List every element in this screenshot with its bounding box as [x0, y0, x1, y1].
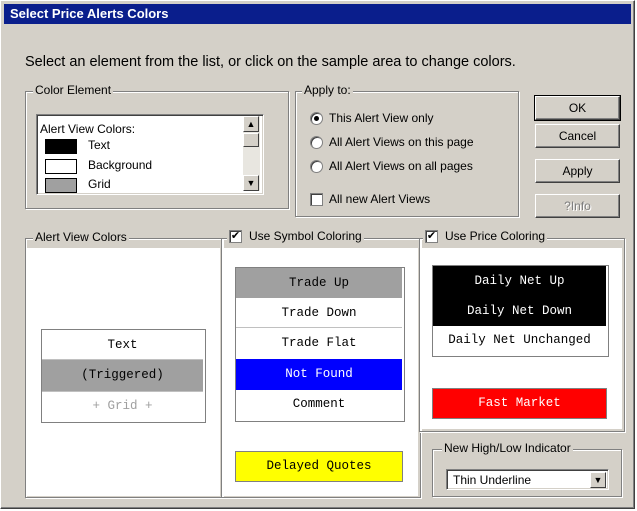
title-bar[interactable]: Select Price Alerts Colors: [4, 4, 631, 24]
radio-label: All Alert Views on this page: [329, 135, 474, 149]
background-color-swatch: [45, 159, 77, 174]
apply-to-legend: Apply to:: [302, 83, 353, 97]
text-color-swatch: [45, 139, 77, 154]
alert-sample-box: Text (Triggered) + Grid +: [41, 329, 206, 423]
symbol-coloring-header[interactable]: ✔ Use Symbol Coloring: [227, 229, 364, 244]
list-header: Alert View Colors:: [40, 122, 136, 136]
trade-down-cell[interactable]: Trade Down: [236, 298, 402, 328]
apply-button[interactable]: Apply: [535, 159, 620, 183]
trade-up-cell[interactable]: Trade Up: [236, 268, 402, 298]
radio-icon[interactable]: [310, 136, 323, 149]
price-coloring-checkbox[interactable]: ✔: [425, 230, 438, 243]
delayed-quotes-cell[interactable]: Delayed Quotes: [235, 451, 403, 482]
fast-market-cell[interactable]: Fast Market: [432, 388, 607, 419]
trade-flat-cell[interactable]: Trade Flat: [236, 328, 402, 359]
scroll-thumb[interactable]: [243, 133, 259, 147]
symbol-coloring-label: Use Symbol Coloring: [249, 229, 362, 243]
info-label: ?Info: [564, 199, 591, 213]
daily-net-down-cell[interactable]: Daily Net Down: [433, 296, 606, 326]
symbol-coloring-checkbox[interactable]: ✔: [229, 230, 242, 243]
daily-net-up-cell[interactable]: Daily Net Up: [433, 266, 606, 296]
list-item-label: Background: [88, 158, 153, 172]
indicator-dropdown[interactable]: Thin Underline ▼: [446, 469, 609, 490]
indicator-value: Thin Underline: [453, 473, 532, 487]
list-scrollbar[interactable]: ▲ ▼: [243, 116, 260, 191]
instruction-text: Select an element from the list, or clic…: [25, 54, 516, 70]
comment-cell[interactable]: Comment: [236, 390, 402, 419]
daily-net-unchanged-cell[interactable]: Daily Net Unchanged: [433, 326, 606, 354]
chevron-down-icon[interactable]: ▼: [590, 472, 606, 488]
scroll-up-icon[interactable]: ▲: [243, 116, 259, 132]
radio-label: All Alert Views on all pages: [329, 159, 473, 173]
dialog-title: Select Price Alerts Colors: [10, 6, 169, 21]
ok-button[interactable]: OK: [534, 95, 621, 121]
indicator-legend: New High/Low Indicator: [442, 441, 573, 455]
checkbox-icon[interactable]: [310, 193, 323, 206]
info-button[interactable]: ?Info: [535, 194, 620, 218]
radio-icon[interactable]: [310, 160, 323, 173]
sample-grid-cell[interactable]: + Grid +: [42, 391, 203, 420]
list-item-label: Grid: [88, 177, 111, 191]
price-coloring-label: Use Price Coloring: [445, 229, 546, 243]
price-sample-box: Daily Net Up Daily Net Down Daily Net Un…: [432, 265, 609, 357]
alert-view-colors-legend: Alert View Colors: [33, 230, 129, 244]
sample-triggered-cell[interactable]: (Triggered): [42, 360, 203, 391]
color-element-legend: Color Element: [33, 83, 114, 97]
not-found-cell[interactable]: Not Found: [236, 359, 402, 390]
scroll-down-icon[interactable]: ▼: [243, 175, 259, 191]
cancel-label: Cancel: [558, 129, 597, 143]
grid-color-swatch: [45, 178, 77, 193]
sample-text-cell[interactable]: Text: [42, 330, 203, 360]
price-coloring-header[interactable]: ✔ Use Price Coloring: [423, 229, 548, 244]
dialog-window: Select Price Alerts Colors Select an ele…: [0, 0, 635, 509]
symbol-sample-box: Trade Up Trade Down Trade Flat Not Found…: [235, 267, 405, 422]
cancel-button[interactable]: Cancel: [535, 124, 620, 148]
checkbox-label: All new Alert Views: [329, 192, 431, 206]
radio-label: This Alert View only: [329, 111, 434, 125]
list-item-label: Text: [88, 138, 111, 152]
apply-label: Apply: [562, 164, 593, 178]
radio-selected-icon[interactable]: [310, 112, 323, 125]
ok-label: OK: [568, 101, 587, 115]
